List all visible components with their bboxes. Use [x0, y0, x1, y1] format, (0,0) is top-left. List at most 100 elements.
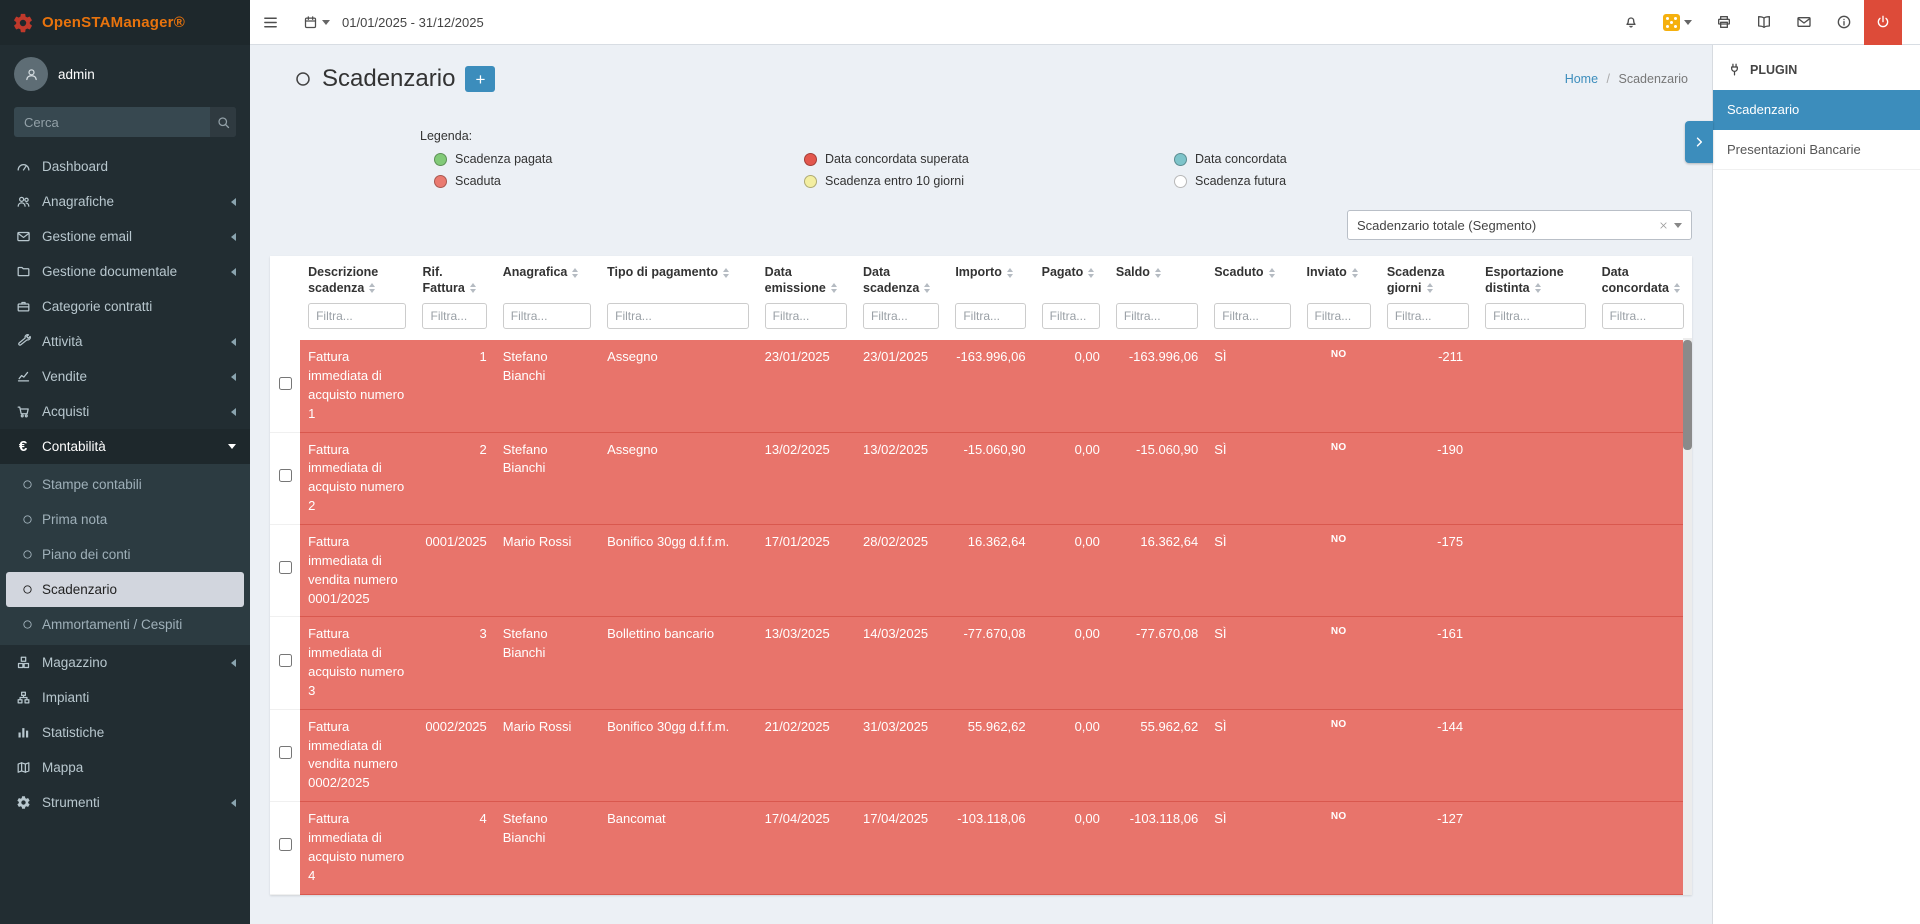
filter-saldo[interactable]	[1116, 303, 1198, 329]
cell-scaduto: SÌ	[1206, 617, 1298, 709]
col-header-esportazione-distinta[interactable]: Esportazione distinta	[1477, 256, 1593, 298]
sidebar-item-anagrafiche[interactable]: Anagrafiche	[0, 184, 250, 219]
filter-rif-fattura[interactable]	[422, 303, 486, 329]
sidebar-subitem-scadenzario[interactable]: Scadenzario	[6, 572, 244, 607]
cell-tipo-pagamento: Bancomat	[599, 802, 757, 894]
filter-esportazione-distinta[interactable]	[1485, 303, 1585, 329]
row-checkbox[interactable]	[279, 377, 292, 390]
add-button[interactable]: +	[465, 66, 495, 92]
col-header-inviato[interactable]: Inviato	[1299, 256, 1379, 298]
col-header-importo[interactable]: Importo	[947, 256, 1033, 298]
row-select-cell	[270, 617, 300, 709]
row-checkbox[interactable]	[279, 838, 292, 851]
app-logo[interactable]: OpenSTAManager®	[0, 0, 250, 45]
col-header-data-concordata[interactable]: Data concordata	[1594, 256, 1692, 298]
filter-scaduto[interactable]	[1214, 303, 1290, 329]
sidebar-item-categorie-contratti[interactable]: Categorie contratti	[0, 289, 250, 324]
scrollbar-thumb[interactable]	[1683, 340, 1692, 450]
documentation-button[interactable]	[1744, 0, 1784, 45]
table-row[interactable]: Fattura immediata di acquisto numero 3 3…	[270, 617, 1692, 709]
sidebar-item-dashboard[interactable]: Dashboard	[0, 149, 250, 184]
col-header-pagato[interactable]: Pagato	[1034, 256, 1108, 298]
table-row[interactable]: Fattura immediata di acquisto numero 2 2…	[270, 432, 1692, 524]
sidebar-item-gestione-email[interactable]: Gestione email	[0, 219, 250, 254]
plugin-item-scadenzario[interactable]: Scadenzario	[1713, 90, 1920, 130]
row-checkbox[interactable]	[279, 561, 292, 574]
search-input[interactable]	[14, 107, 210, 137]
breadcrumb-separator: /	[1607, 72, 1610, 86]
notifications-button[interactable]	[1611, 0, 1651, 45]
row-checkbox[interactable]	[279, 654, 292, 667]
breadcrumb-home[interactable]: Home	[1565, 72, 1598, 86]
col-header-scaduto[interactable]: Scaduto	[1206, 256, 1298, 298]
user-name: admin	[58, 67, 95, 82]
table-row[interactable]: Fattura immediata di vendita numero 0001…	[270, 525, 1692, 617]
sidebar-subitem-prima-nota[interactable]: Prima nota	[0, 502, 250, 537]
table-row[interactable]: Fattura immediata di vendita numero 0002…	[270, 709, 1692, 801]
sidebar-item-statistiche[interactable]: Statistiche	[0, 715, 250, 750]
cell-pagato: 0,00	[1034, 525, 1108, 617]
col-header-scadenza-giorni[interactable]: Scadenza giorni	[1379, 256, 1477, 298]
filter-descrizione-scadenza[interactable]	[308, 303, 406, 329]
sidebar-item-gestione-documentale[interactable]: Gestione documentale	[0, 254, 250, 289]
sidebar-subitem-stampe-contabili[interactable]: Stampe contabili	[0, 467, 250, 502]
print-button[interactable]	[1704, 0, 1744, 45]
info-button[interactable]	[1824, 0, 1864, 45]
envelope-icon	[1796, 14, 1812, 30]
sidebar-subitem-ammortamenti-cespiti[interactable]: Ammortamenti / Cespiti	[0, 607, 250, 642]
search-button[interactable]	[210, 107, 236, 137]
col-header-anagrafica[interactable]: Anagrafica	[495, 256, 599, 298]
sidebar-item-strumenti[interactable]: Strumenti	[0, 785, 250, 820]
legend: Legenda: Scadenza pagata Data concordata…	[420, 129, 1692, 188]
printer-icon	[1716, 14, 1732, 30]
row-checkbox[interactable]	[279, 469, 292, 482]
filter-data-concordata[interactable]	[1602, 303, 1684, 329]
plugin-item-presentazioni-bancarie[interactable]: Presentazioni Bancarie	[1713, 130, 1920, 170]
sidebar-item-magazzino[interactable]: Magazzino	[0, 645, 250, 680]
filter-importo[interactable]	[955, 303, 1025, 329]
segment-select[interactable]: Scadenzario totale (Segmento)	[1347, 210, 1692, 240]
sidebar-item-acquisti[interactable]: Acquisti	[0, 394, 250, 429]
date-range[interactable]: 01/01/2025 - 31/12/2025	[342, 15, 484, 30]
sidebar-toggle-button[interactable]	[250, 0, 291, 45]
sidebar-subitem-piano-dei-conti[interactable]: Piano dei conti	[0, 537, 250, 572]
sidebar-item-vendite[interactable]: Vendite	[0, 359, 250, 394]
sidebar-item-attivita[interactable]: Attività	[0, 324, 250, 359]
col-header-data-emissione[interactable]: Data emissione	[757, 256, 855, 298]
col-header-data-scadenza[interactable]: Data scadenza	[855, 256, 947, 298]
filter-data-scadenza[interactable]	[863, 303, 939, 329]
caret-down-icon	[1674, 223, 1682, 228]
cell-importo: 16.362,64	[947, 525, 1033, 617]
sidebar-item-mappa[interactable]: Mappa	[0, 750, 250, 785]
table-scrollbar[interactable]	[1683, 338, 1692, 895]
filter-pagato[interactable]	[1042, 303, 1100, 329]
filter-tipo-di-pagamento[interactable]	[607, 303, 749, 329]
cell-anagrafica: Stefano Bianchi	[495, 802, 599, 894]
filter-inviato[interactable]	[1307, 303, 1371, 329]
caret-down-icon	[322, 20, 330, 25]
filter-data-emissione[interactable]	[765, 303, 847, 329]
col-header-tipo-di-pagamento[interactable]: Tipo di pagamento	[599, 256, 757, 298]
chevron-left-icon	[231, 408, 236, 416]
email-button[interactable]	[1784, 0, 1824, 45]
cell-anagrafica: Mario Rossi	[495, 525, 599, 617]
table-row[interactable]: Fattura immediata di acquisto numero 1 1…	[270, 340, 1692, 432]
col-header-saldo[interactable]: Saldo	[1108, 256, 1206, 298]
filter-anagrafica[interactable]	[503, 303, 591, 329]
clear-icon[interactable]	[1659, 221, 1668, 230]
cell-descrizione: Fattura immediata di vendita numero 0001…	[300, 525, 414, 617]
row-checkbox[interactable]	[279, 746, 292, 759]
hamburger-icon	[262, 14, 279, 31]
sidebar-item-impianti[interactable]: Impianti	[0, 680, 250, 715]
date-range-button[interactable]	[291, 0, 342, 45]
cell-importo: -15.060,90	[947, 432, 1033, 524]
col-header-descrizione-scadenza[interactable]: Descrizione scadenza	[300, 256, 414, 298]
table-row[interactable]: Fattura immediata di acquisto numero 4 4…	[270, 802, 1692, 894]
version-menu-button[interactable]	[1651, 0, 1704, 45]
sidebar-item-contabilita[interactable]: € Contabilità	[0, 429, 250, 464]
panel-collapse-button[interactable]	[1685, 121, 1713, 163]
logout-button[interactable]	[1864, 0, 1902, 45]
filter-scadenza-giorni[interactable]	[1387, 303, 1469, 329]
col-header-rif-fattura[interactable]: Rif. Fattura	[414, 256, 494, 298]
sort-icon	[470, 283, 476, 293]
